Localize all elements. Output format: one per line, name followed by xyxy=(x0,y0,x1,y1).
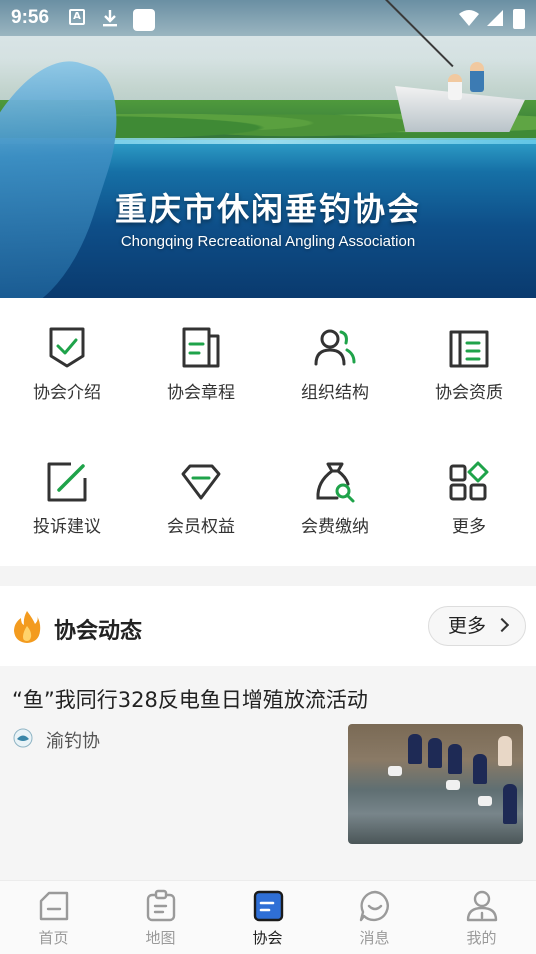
apps-icon xyxy=(449,461,489,501)
banner-child xyxy=(448,74,462,100)
signal-icon xyxy=(486,9,504,27)
thumb-person xyxy=(428,738,442,768)
section-title: 协会动态 xyxy=(54,619,143,644)
tab-label-association: 协会 xyxy=(252,929,283,947)
banner-title: 重庆市休闲垂钓协会 xyxy=(114,190,421,228)
wifi-icon xyxy=(458,9,480,27)
document-icon xyxy=(182,327,220,368)
grid-label-charter: 协会章程 xyxy=(167,383,235,403)
people-icon xyxy=(314,329,356,366)
home-icon xyxy=(39,891,69,921)
diamond-icon xyxy=(181,464,221,500)
bottom-tab-bar: 首页 地图 协会 消息 我的 xyxy=(0,880,536,954)
thumb-bag xyxy=(446,780,460,790)
profile-icon xyxy=(466,890,498,922)
message-icon xyxy=(359,890,389,922)
shield-check-icon xyxy=(49,327,85,368)
grid-item-fee-payment[interactable]: 会费缴纳 xyxy=(268,432,402,566)
tab-profile[interactable]: 我的 xyxy=(428,881,535,954)
money-bag-icon xyxy=(316,462,355,503)
grid-item-more[interactable]: 更多 xyxy=(402,432,536,566)
grid-item-complaint[interactable]: 投诉建议 xyxy=(0,432,134,566)
status-time: 9:56 xyxy=(11,7,50,28)
tab-label-messages: 消息 xyxy=(359,929,390,947)
tab-label-home: 首页 xyxy=(38,929,69,947)
news-section-header: 协会动态 更多 xyxy=(0,586,536,666)
thumb-person xyxy=(408,734,422,764)
association-icon xyxy=(253,890,284,922)
more-news-button[interactable]: 更多 xyxy=(428,606,526,646)
thumb-person xyxy=(448,744,462,774)
grid-label-introduction: 协会介绍 xyxy=(33,383,101,403)
grid-item-member-rights[interactable]: 会员权益 xyxy=(134,432,268,566)
banner-fisherman xyxy=(470,62,484,92)
banner-subtitle: Chongqing Recreational Angling Associati… xyxy=(120,233,416,250)
grid-label-fee-payment: 会费缴纳 xyxy=(301,517,369,537)
edit-icon xyxy=(47,462,87,502)
tab-association[interactable]: 协会 xyxy=(214,881,321,954)
grid-label-complaint: 投诉建议 xyxy=(33,517,101,537)
news-source: 渝钓协 xyxy=(46,731,100,752)
association-logo-icon xyxy=(13,728,33,748)
thumb-bag xyxy=(388,766,402,776)
tab-home[interactable]: 首页 xyxy=(0,881,107,954)
feature-grid: 协会介绍 协会章程 组织结构 协会资质 投诉建议 会员权益 会费缴纳 更多 xyxy=(0,298,536,566)
notification-square-icon xyxy=(133,9,155,31)
thumb-person xyxy=(498,736,512,766)
grid-item-charter[interactable]: 协会章程 xyxy=(134,298,268,432)
tab-messages[interactable]: 消息 xyxy=(321,881,428,954)
news-title: “鱼”我同行328反电鱼日增殖放流活动 xyxy=(12,688,368,712)
grid-label-qualification: 协会资质 xyxy=(435,383,503,403)
thumb-person xyxy=(503,784,517,824)
grid-label-member-rights: 会员权益 xyxy=(167,517,235,537)
more-news-label: 更多 xyxy=(448,615,487,637)
tab-map[interactable]: 地图 xyxy=(107,881,214,954)
thumb-bag xyxy=(478,796,492,806)
notification-app-icon: A xyxy=(69,9,85,25)
thumb-person xyxy=(473,754,487,784)
download-icon xyxy=(102,9,118,27)
certificate-icon xyxy=(449,330,489,368)
flame-icon xyxy=(14,611,41,643)
tab-label-profile: 我的 xyxy=(466,929,497,947)
news-thumbnail xyxy=(348,724,523,844)
chevron-right-icon xyxy=(494,617,510,633)
news-list-item[interactable]: “鱼”我同行328反电鱼日增殖放流活动 渝钓协 xyxy=(0,666,536,880)
grid-item-qualification[interactable]: 协会资质 xyxy=(402,298,536,432)
grid-item-introduction[interactable]: 协会介绍 xyxy=(0,298,134,432)
grid-item-organization[interactable]: 组织结构 xyxy=(268,298,402,432)
status-bar: 9:56 A xyxy=(0,0,536,36)
battery-icon xyxy=(513,9,525,29)
grid-label-organization: 组织结构 xyxy=(301,383,369,403)
grid-label-more: 更多 xyxy=(452,517,486,537)
tab-label-map: 地图 xyxy=(145,929,176,947)
association-banner[interactable]: 重庆市休闲垂钓协会 Chongqing Recreational Angling… xyxy=(0,0,536,298)
map-icon xyxy=(146,889,176,922)
